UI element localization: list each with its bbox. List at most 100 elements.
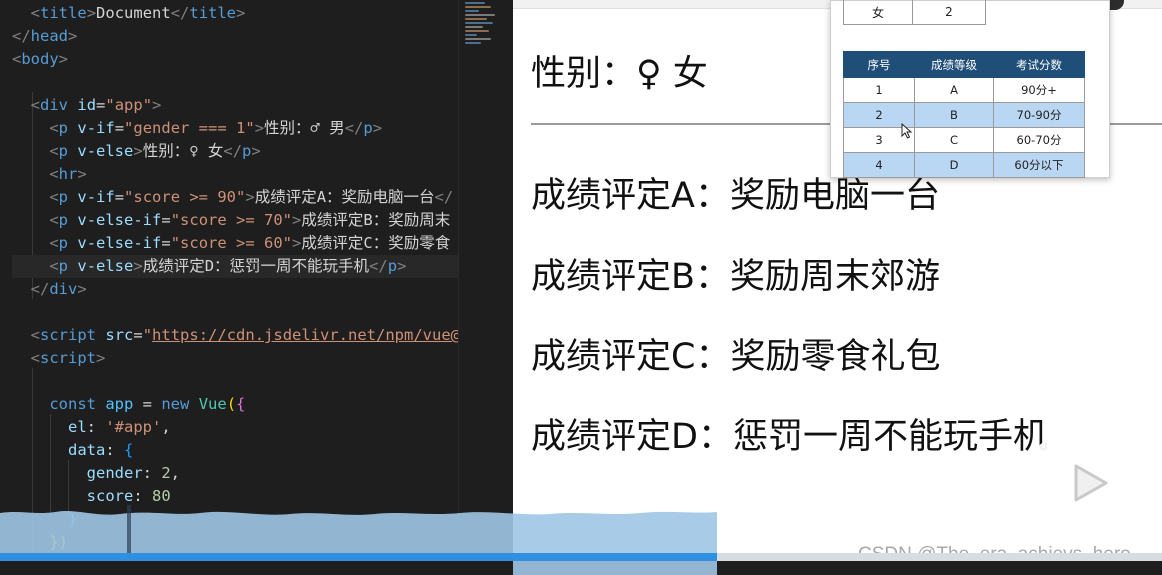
code-line[interactable]: [12, 370, 458, 393]
code-token: "app": [105, 96, 153, 114]
code-token: 成绩评定C：奖励零食: [301, 234, 451, 252]
minimap-line: [465, 34, 477, 36]
bilibili-play-icon[interactable]: [1030, 422, 1144, 530]
minimap-line: [465, 22, 493, 24]
code-line[interactable]: gender: 2,: [12, 462, 458, 485]
code-line[interactable]: [12, 301, 458, 324]
code-token: div: [40, 96, 69, 114]
code-line[interactable]: <script>: [12, 347, 458, 370]
code-token: gender: [86, 464, 143, 482]
code-token: ,: [170, 464, 181, 482]
code-token: }: [68, 510, 78, 528]
code-token: <: [30, 349, 41, 367]
code-line[interactable]: <hr>: [12, 163, 458, 186]
code-token: el: [68, 418, 87, 436]
code-token: '#app': [105, 418, 162, 436]
code-token: =: [161, 211, 171, 229]
code-token: </: [12, 27, 31, 45]
table-header-score: 考试分数: [993, 51, 1085, 78]
code-line[interactable]: <p v-if="score >= 90">成绩评定A：奖励电脑一台</: [12, 186, 458, 209]
code-token: title: [189, 4, 237, 22]
mini-table-cell: 女: [843, 0, 913, 25]
code-token: "score >= 90": [124, 188, 246, 206]
minimap-line: [465, 10, 479, 12]
code-line[interactable]: <div id="app">: [12, 94, 458, 117]
code-token: >: [133, 142, 143, 160]
table-cell: 4: [843, 152, 915, 178]
code-token: </: [223, 142, 243, 160]
code-line[interactable]: <body>: [12, 48, 458, 71]
table-cell: A: [914, 77, 994, 103]
minimap[interactable]: [458, 0, 513, 575]
code-token: >: [96, 349, 106, 367]
code-token: body: [21, 50, 59, 68]
code-line[interactable]: el: '#app',: [12, 416, 458, 439]
code-token: >: [397, 257, 407, 275]
grade-table-popup: 女 2 序号 成绩等级 考试分数 1 A 90分+ 2 B 70-90分 3 C…: [830, 0, 1110, 178]
code-token: id: [77, 96, 97, 114]
code-token: 成绩评定A：奖励电脑一台: [254, 188, 435, 206]
code-line[interactable]: score: 80: [12, 485, 458, 508]
code-line[interactable]: <script src="https://cdn.jsdelivr.net/np…: [12, 324, 458, 347]
code-token: p: [363, 119, 373, 137]
code-token: p: [58, 142, 69, 160]
code-token: >: [77, 165, 87, 183]
code-line[interactable]: <title>Document</title>: [12, 2, 458, 25]
code-line[interactable]: <p v-else-if="score >= 60">成绩评定C：奖励零食: [12, 232, 458, 255]
code-lines[interactable]: <title>Document</title> </head> <body> <di…: [12, 2, 458, 575]
code-token: "score >= 70": [170, 211, 293, 229]
code-token: >: [133, 257, 143, 275]
code-token: =: [133, 326, 143, 344]
code-line[interactable]: </head>: [12, 25, 458, 48]
code-token: >: [372, 119, 383, 137]
code-token: <: [49, 211, 59, 229]
code-line[interactable]: data: {: [12, 439, 458, 462]
code-line[interactable]: <p v-else-if="score >= 70">成绩评定B：奖励周末: [12, 209, 458, 232]
video-progress-bar[interactable]: [0, 553, 1162, 561]
code-token: v-if: [77, 119, 115, 137]
code-token: :: [105, 441, 124, 459]
csdn-watermark: CSDN @The_era_achievs_hero: [858, 544, 1131, 553]
table-cell: 60-70分: [993, 127, 1085, 153]
table-header-index: 序号: [843, 51, 915, 78]
code-line[interactable]: <p v-if="gender === 1">性别：♂ 男</p>: [12, 117, 458, 140]
score-text-b: 成绩评定B：奖励周末郊游: [531, 257, 941, 297]
gender-text: 性别：♀ 女: [531, 54, 708, 94]
code-token: new: [161, 395, 190, 413]
code-line[interactable]: }): [12, 531, 458, 554]
code-editor[interactable]: <title>Document</title> </head> <body> <di…: [0, 0, 513, 575]
code-line[interactable]: <p v-else>性别：♀ 女</p>: [12, 140, 458, 163]
code-line[interactable]: [12, 71, 458, 94]
code-token: p: [58, 211, 69, 229]
mouse-cursor-icon: [901, 123, 913, 139]
code-line[interactable]: const app = new Vue({: [12, 393, 458, 416]
code-token: <: [30, 4, 41, 22]
code-token: const: [49, 395, 96, 413]
minimap-line: [465, 42, 481, 44]
code-line[interactable]: }: [12, 508, 458, 531]
code-token: <: [49, 188, 59, 206]
code-line[interactable]: <p v-else>成绩评定D：惩罚一周不能玩手机</p>: [12, 255, 458, 278]
code-token: p: [242, 142, 252, 160]
code-token: =: [133, 395, 162, 413]
code-line[interactable]: </div>: [12, 278, 458, 301]
code-token: p: [58, 234, 69, 252]
code-token: "gender === 1": [124, 119, 255, 137]
code-token: "score >= 60": [170, 234, 293, 252]
minimap-line: [465, 26, 483, 28]
editor-bottom-strip: [0, 561, 513, 575]
score-text-c: 成绩评定C：奖励零食礼包: [531, 337, 941, 377]
code-token: v-else: [77, 257, 134, 275]
